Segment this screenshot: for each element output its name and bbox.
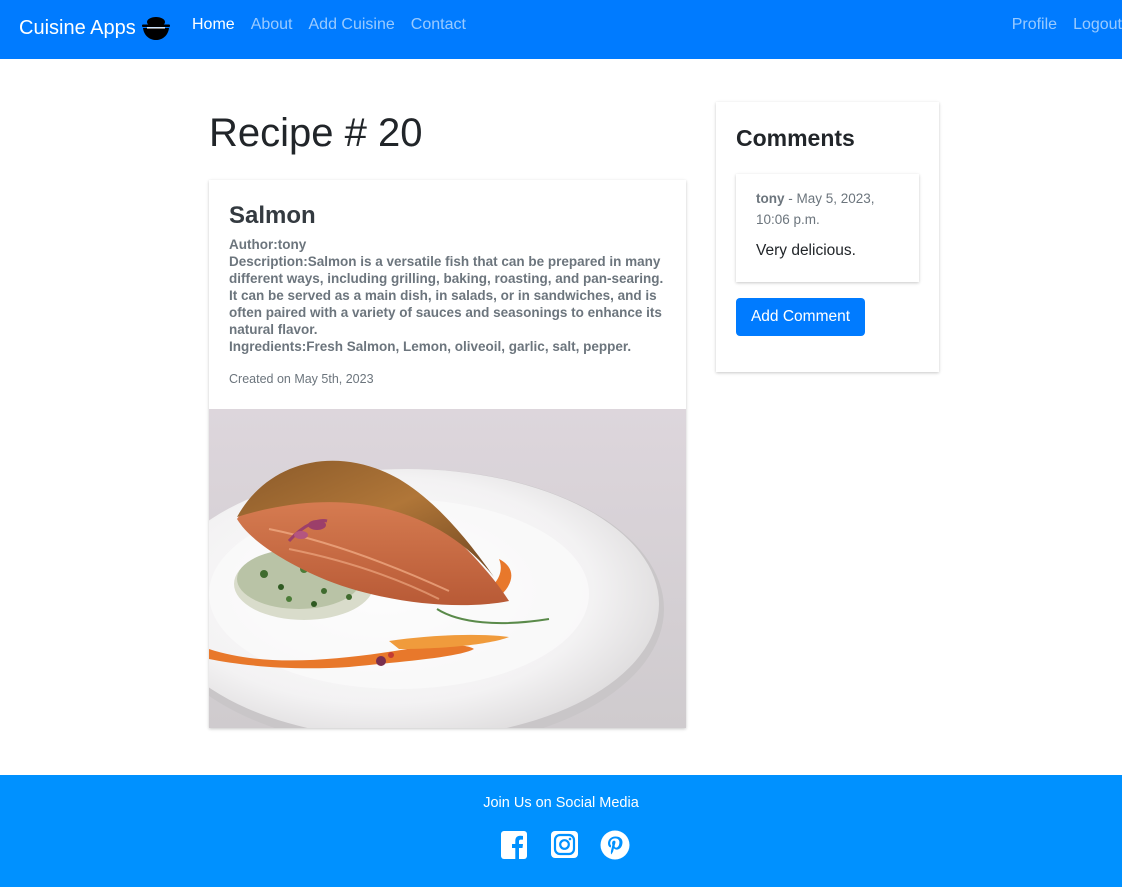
recipe-image — [209, 409, 686, 728]
nav-home[interactable]: Home — [192, 15, 235, 35]
comments-card: Comments tony - May 5, 2023, 10:06 p.m. … — [716, 102, 939, 372]
bowl-logo-icon — [141, 17, 170, 40]
comment-meta: tony - May 5, 2023, 10:06 p.m. — [756, 188, 899, 230]
comment-item: tony - May 5, 2023, 10:06 p.m. Very deli… — [736, 174, 919, 282]
footer: Join Us on Social Media — [0, 775, 1122, 887]
page-title: Recipe # 20 — [209, 111, 423, 155]
main-nav: Home About Add Cuisine Contact — [192, 15, 482, 35]
facebook-icon[interactable] — [500, 830, 530, 860]
nav-contact[interactable]: Contact — [411, 15, 466, 35]
comment-text: Very delicious. — [756, 242, 856, 259]
nav-add-cuisine[interactable]: Add Cuisine — [309, 15, 395, 35]
comment-separator: - — [784, 191, 797, 206]
recipe-card: Salmon Author:tony Description:Salmon is… — [209, 180, 686, 728]
recipe-ingredients: Ingredients:Fresh Salmon, Lemon, oliveoi… — [229, 339, 632, 354]
recipe-description: Description:Salmon is a versatile fish t… — [229, 254, 664, 337]
comment-author: tony — [756, 191, 785, 206]
recipe-author: Author:tony — [229, 237, 307, 252]
nav-about[interactable]: About — [251, 15, 293, 35]
brand-name: Cuisine Apps — [19, 17, 136, 39]
user-nav: Profile Logout — [996, 15, 1122, 35]
nav-logout[interactable]: Logout — [1073, 15, 1122, 35]
recipe-body: Salmon Author:tony Description:Salmon is… — [209, 180, 686, 387]
recipe-created-date: Created on May 5th, 2023 — [229, 372, 374, 386]
pinterest-icon[interactable] — [600, 830, 630, 860]
social-links — [500, 830, 630, 860]
navbar: Cuisine Apps Home About Add Cuisine Cont… — [0, 0, 1122, 59]
instagram-icon[interactable] — [550, 830, 580, 860]
brand-link[interactable]: Cuisine Apps — [19, 14, 172, 42]
comments-title: Comments — [736, 125, 855, 151]
salmon-dish-illustration — [209, 409, 686, 728]
add-comment-button[interactable]: Add Comment — [736, 298, 865, 336]
nav-profile[interactable]: Profile — [1012, 15, 1057, 35]
recipe-name: Salmon — [229, 202, 316, 229]
footer-text: Join Us on Social Media — [483, 795, 639, 811]
